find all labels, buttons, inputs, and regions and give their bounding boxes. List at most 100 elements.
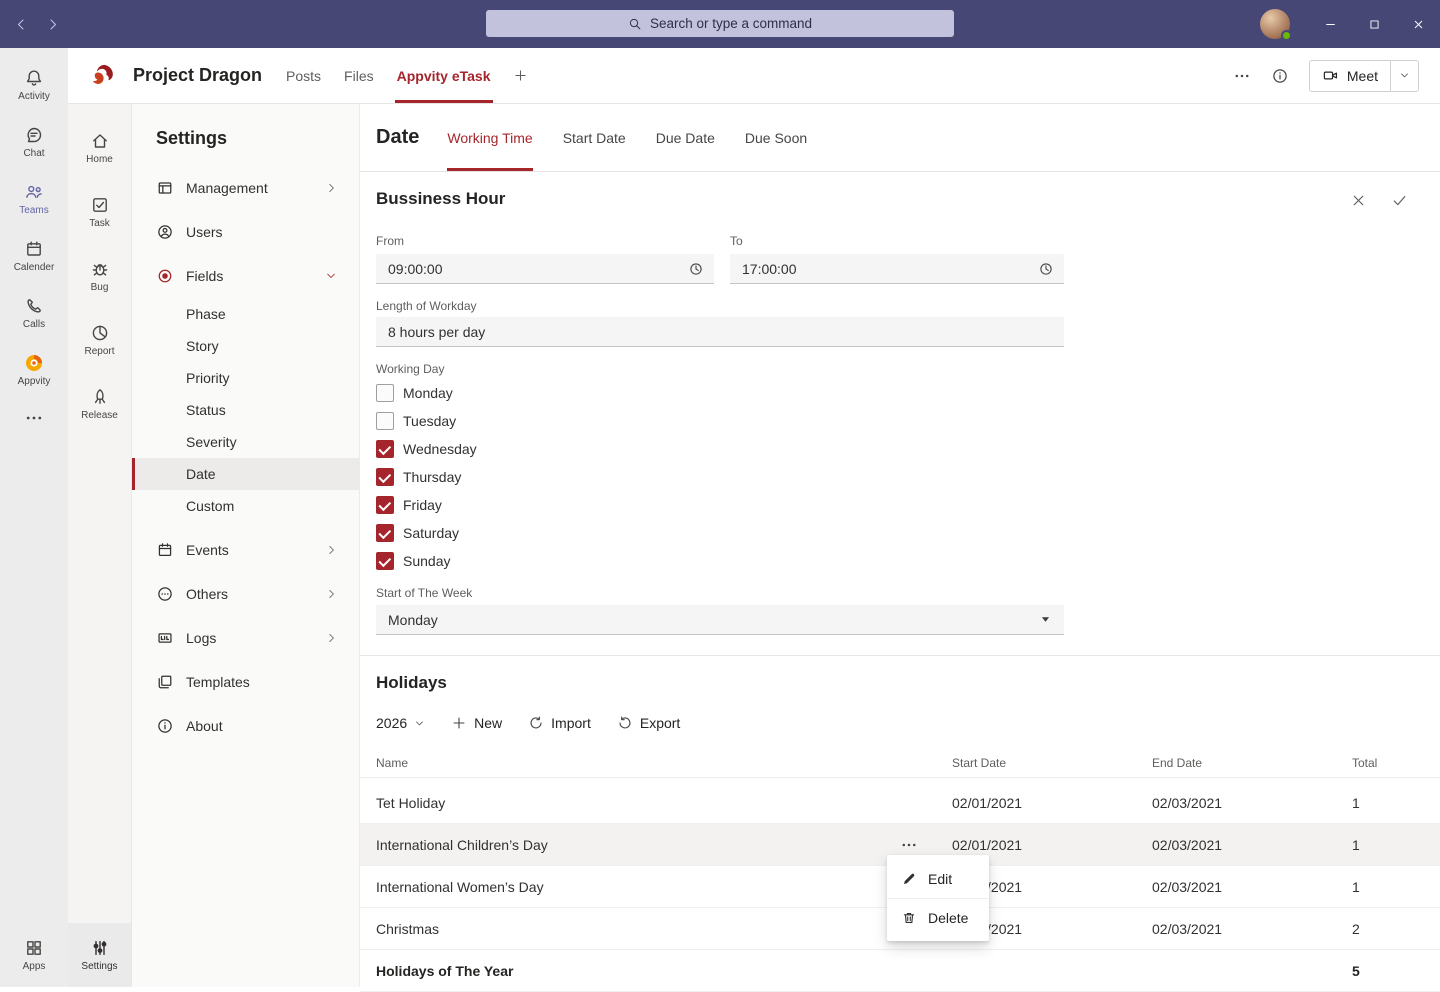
save-button[interactable] — [1391, 192, 1408, 209]
settings-nav-item-phase[interactable]: Phase — [132, 298, 359, 330]
start-week-select[interactable]: Monday — [376, 605, 1064, 635]
date-settings-main: Date Working TimeStart DateDue DateDue S… — [360, 104, 1440, 987]
settings-nav-item-about[interactable]: About — [132, 704, 359, 748]
avatar[interactable] — [1260, 9, 1290, 39]
settings-nav-item-events[interactable]: Events — [132, 528, 359, 572]
search-input[interactable]: Search or type a command — [486, 10, 954, 37]
cancel-button[interactable] — [1350, 192, 1367, 209]
channel-tabs: Posts Files Appvity eTask — [284, 48, 492, 103]
settings-nav-item-priority[interactable]: Priority — [132, 362, 359, 394]
working-day-sunday[interactable]: Sunday — [376, 547, 477, 575]
settings-nav-item-others[interactable]: Others — [132, 572, 359, 616]
circle-dots-icon — [156, 585, 174, 603]
context-menu: Edit Delete — [887, 855, 989, 941]
back-button[interactable] — [14, 17, 29, 32]
column-header-start-date: Start Date — [952, 756, 1152, 770]
export-button[interactable]: Export — [617, 715, 680, 731]
import-button[interactable]: Import — [528, 715, 591, 731]
date-tab-due-soon[interactable]: Due Soon — [745, 104, 807, 171]
date-tab-working-time[interactable]: Working Time — [447, 104, 532, 171]
checkbox-saturday[interactable] — [376, 524, 394, 542]
side-rail-item-settings[interactable]: Settings — [68, 923, 131, 987]
caret-down-icon — [1039, 613, 1052, 626]
forward-button[interactable] — [45, 17, 60, 32]
app-rail-item-calls[interactable]: Calls — [0, 284, 68, 341]
date-tabs: Working Time Start Date Due Date Due Soon — [447, 104, 807, 171]
add-tab-button[interactable] — [513, 68, 528, 83]
target-icon — [156, 267, 174, 285]
channel-header: Project Dragon Posts Files Appvity eTask M… — [68, 48, 1440, 104]
holiday-row-tet-holiday[interactable]: Tet Holiday 02/01/2021 02/03/2021 1 — [360, 782, 1440, 824]
settings-nav-item-fields[interactable]: Fields — [132, 254, 359, 298]
date-tab-start-date[interactable]: Start Date — [563, 104, 626, 171]
checkbox-sunday[interactable] — [376, 552, 394, 570]
settings-nav-item-status[interactable]: Status — [132, 394, 359, 426]
working-day-wednesday[interactable]: Wednesday — [376, 435, 477, 463]
close-button[interactable] — [1396, 0, 1440, 48]
app-rail-item-appvity[interactable]: Appvity — [0, 341, 68, 398]
checkbox-thursday[interactable] — [376, 468, 394, 486]
working-day-saturday[interactable]: Saturday — [376, 519, 477, 547]
channel-tab-files[interactable]: Files — [342, 48, 376, 103]
channel-title: Project Dragon — [133, 65, 262, 86]
start-week-label: Start of The Week — [376, 586, 472, 600]
context-menu-item-delete[interactable]: Delete — [887, 898, 989, 936]
meet-dropdown-button[interactable] — [1391, 61, 1418, 91]
from-time-input[interactable]: 09:00:00 — [376, 254, 714, 284]
side-rail-item-task[interactable]: Task — [68, 180, 131, 244]
settings-nav-item-severity[interactable]: Severity — [132, 426, 359, 458]
app-rail-item-apps[interactable]: Apps — [0, 926, 68, 983]
context-menu-item-edit[interactable]: Edit — [887, 860, 989, 898]
calendar-icon — [156, 541, 174, 559]
app-rail-item-calender[interactable]: Calender — [0, 227, 68, 284]
side-rail-item-report[interactable]: Report — [68, 308, 131, 372]
channel-tab-appvity-etask[interactable]: Appvity eTask — [395, 48, 493, 103]
settings-nav-item-custom[interactable]: Custom — [132, 490, 359, 522]
app-rail-item-activity[interactable]: Activity — [0, 56, 68, 113]
checkbox-tuesday[interactable] — [376, 412, 394, 430]
working-day-thursday[interactable]: Thursday — [376, 463, 477, 491]
app-rail-more-button[interactable] — [0, 398, 68, 438]
chevron-down-icon — [414, 718, 425, 729]
from-time-value: 09:00:00 — [388, 261, 443, 277]
holidays-heading: Holidays — [376, 673, 447, 693]
workday-length-value: 8 hours per day — [388, 324, 485, 340]
working-day-monday[interactable]: Monday — [376, 379, 477, 407]
working-day-tuesday[interactable]: Tuesday — [376, 407, 477, 435]
channel-header-actions: Meet — [1233, 48, 1419, 103]
side-rail-item-bug[interactable]: Bug — [68, 244, 131, 308]
date-tab-due-date[interactable]: Due Date — [656, 104, 715, 171]
maximize-button[interactable] — [1352, 0, 1396, 48]
app-rail-item-teams[interactable]: Teams — [0, 170, 68, 227]
holiday-end-cell: 02/03/2021 — [1152, 837, 1352, 853]
side-rail-item-home[interactable]: Home — [68, 116, 131, 180]
row-actions-button[interactable] — [900, 836, 918, 854]
side-rail-item-release[interactable]: Release — [68, 372, 131, 436]
clock-icon[interactable] — [1038, 261, 1054, 277]
checkbox-friday[interactable] — [376, 496, 394, 514]
meet-button[interactable]: Meet — [1309, 60, 1419, 92]
to-time-input[interactable]: 17:00:00 — [730, 254, 1064, 284]
workday-length-input[interactable]: 8 hours per day — [376, 317, 1064, 347]
settings-nav-item-logs[interactable]: Logs — [132, 616, 359, 660]
more-options-button[interactable] — [1233, 67, 1251, 85]
workday-length-label: Length of Workday — [376, 299, 477, 313]
settings-nav-item-management[interactable]: Management — [132, 166, 359, 210]
holiday-row-holidays-of-the-year[interactable]: Holidays of The Year 5 — [360, 950, 1440, 992]
checkbox-wednesday[interactable] — [376, 440, 394, 458]
settings-nav-item-users[interactable]: Users — [132, 210, 359, 254]
info-button[interactable] — [1271, 67, 1289, 85]
checkbox-monday[interactable] — [376, 384, 394, 402]
year-select[interactable]: 2026 — [376, 715, 425, 731]
meet-button-main[interactable]: Meet — [1310, 61, 1390, 91]
minimize-button[interactable] — [1308, 0, 1352, 48]
to-time-value: 17:00:00 — [742, 261, 797, 277]
working-day-friday[interactable]: Friday — [376, 491, 477, 519]
settings-nav-item-story[interactable]: Story — [132, 330, 359, 362]
app-rail-item-chat[interactable]: Chat — [0, 113, 68, 170]
new-holiday-button[interactable]: New — [451, 715, 502, 731]
clock-icon[interactable] — [688, 261, 704, 277]
settings-nav-item-date[interactable]: Date — [132, 458, 359, 490]
channel-tab-posts[interactable]: Posts — [284, 48, 323, 103]
settings-nav-item-templates[interactable]: Templates — [132, 660, 359, 704]
